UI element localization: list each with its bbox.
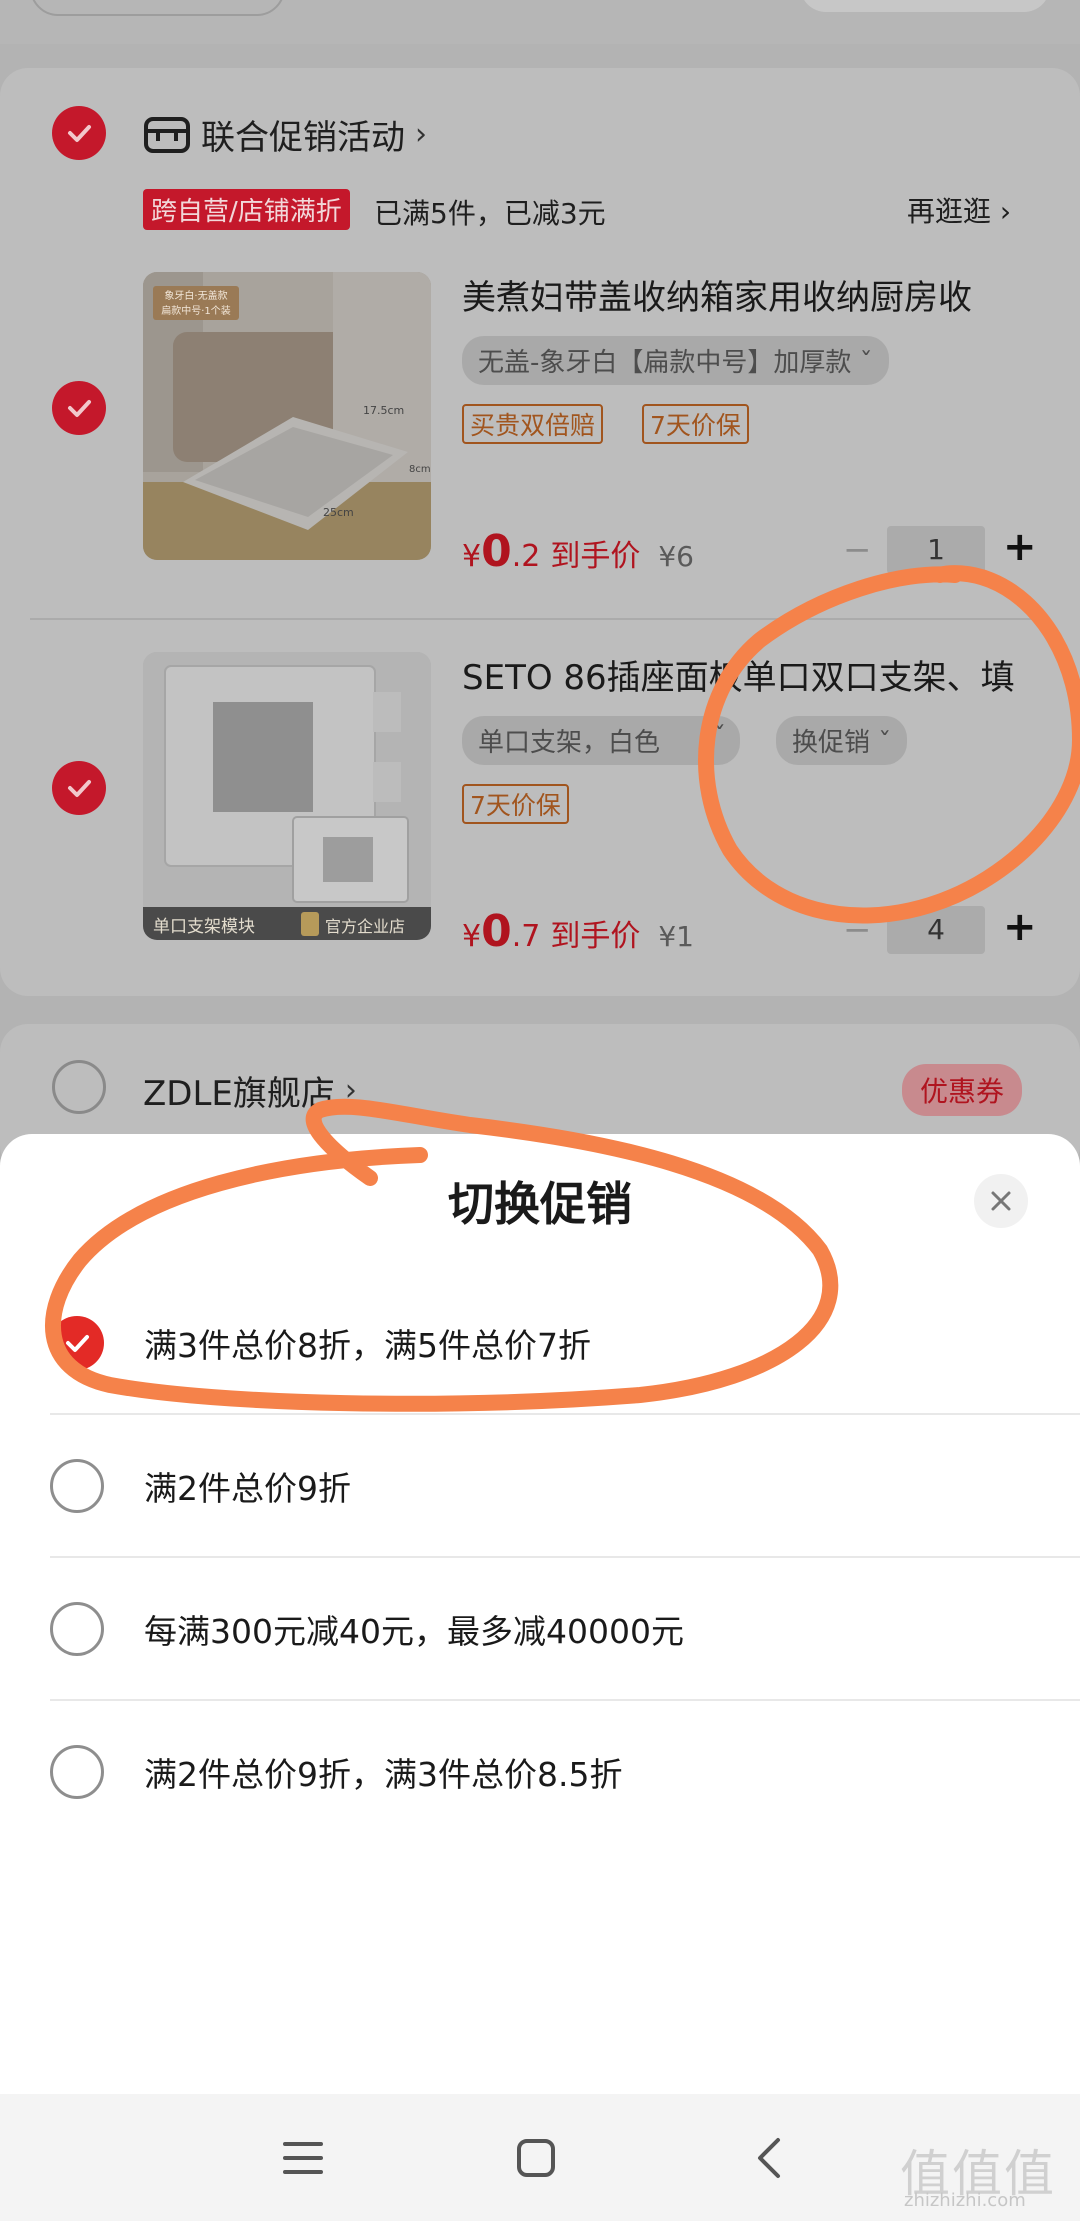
home-square-icon[interactable] [506,2130,566,2186]
coupon-button[interactable]: 优惠券 [902,1064,1023,1116]
price-integer: 0 [481,906,512,957]
product-divider [30,618,1050,620]
thumb-dim-3: 8cm [409,464,431,475]
promo-option-label: 每满300元减40元，最多减40000元 [144,1612,684,1651]
promo-progress-text: 已满5件，已减3元 [374,197,606,230]
spec-label: 单口支架，白色 [478,728,661,758]
original-price: ¥1 [658,920,694,953]
price-label: 到手价 [550,919,641,954]
price-symbol: ¥ [462,539,482,574]
product-1-badge-price-protect: 7天价保 [642,404,749,444]
store-header[interactable]: 联合促销活动 › [143,110,427,159]
price-symbol: ¥ [462,919,482,954]
product-2-price: ¥0.7 到手价 ¥1 [462,906,694,957]
product-2-image[interactable]: 单口支架模块 官方企业店 [143,652,431,940]
radio-unselected[interactable] [50,1745,104,1799]
thumb-dim-1: 17.5cm [363,404,404,417]
promo-option-4[interactable]: 满2件总价9折，满3件总价8.5折 [50,1701,1080,1843]
check-icon [68,780,91,797]
product-1-title[interactable]: 美煮妇带盖收纳箱家用收纳厨房收 [462,270,1052,319]
switch-promo-button[interactable]: 换促销 ˇ [776,716,908,765]
thumb-tag-2: 扁款中号·1个装 [161,304,231,317]
storage-box-image: 象牙白·无盖款 扁款中号·1个装 17.5cm 25cm 8cm [143,272,431,560]
qty-decrease-button[interactable]: − [843,530,872,570]
watermark-url: zhizhizhi.com [904,2190,1026,2211]
qty-input[interactable]: 1 [887,526,985,574]
store-name: 联合促销活动 [201,118,405,158]
product-2-spec-selector[interactable]: 单口支架，白色 ˇ [462,716,740,765]
check-icon [68,400,91,417]
check-icon [66,1335,89,1352]
sheet-title: 切换促销 [448,1177,632,1231]
chevron-right-icon: › [344,1073,357,1108]
product-2-checkbox[interactable] [52,761,106,815]
thumb-caption: 单口支架模块 [153,917,255,937]
store-select-checkbox[interactable] [52,106,106,160]
thumb-store-label: 官方企业店 [325,917,405,936]
store-icon [144,116,190,153]
radio-selected[interactable] [50,1316,104,1370]
chevron-right-icon: › [415,117,427,152]
promo-option-2[interactable]: 满2件总价9折 [50,1415,1080,1557]
price-decimal: .7 [511,919,541,954]
promo-option-3[interactable]: 每满300元减40元，最多减40000元 [50,1558,1080,1700]
top-pill-left[interactable] [30,0,285,16]
radio-unselected[interactable] [50,1459,104,1513]
promo-option-label: 满2件总价9折，满3件总价8.5折 [144,1755,623,1794]
store-2-checkbox[interactable] [52,1060,106,1114]
browse-more-link[interactable]: 再逛逛 › [907,190,1011,230]
qty-increase-button[interactable]: + [1003,904,1037,950]
check-icon [68,125,91,142]
product-1-spec-selector[interactable]: 无盖-象牙白【扁款中号】加厚款 ˇ [462,336,889,385]
close-icon [991,1191,1011,1211]
socket-bracket-image: 单口支架模块 官方企业店 [143,652,431,940]
qty-input[interactable]: 4 [887,906,985,954]
product-2-title[interactable]: SETO 86插座面板单口双口支架、填 [462,650,1052,699]
thumb-dim-2: 25cm [323,506,354,519]
radio-unselected[interactable] [50,1602,104,1656]
qty-increase-button[interactable]: + [1003,524,1037,570]
store-name: ZDLE旗舰店 [143,1074,335,1114]
product-1-price: ¥0.2 到手价 ¥6 [462,526,694,577]
price-decimal: .2 [511,539,541,574]
back-icon[interactable] [739,2130,799,2186]
price-integer: 0 [481,526,512,577]
menu-icon[interactable] [273,2130,333,2186]
product-2-badge-price-protect: 7天价保 [462,784,569,824]
promo-tag: 跨自营/店铺满折 [143,189,350,230]
close-button[interactable] [974,1174,1028,1228]
product-1-checkbox[interactable] [52,381,106,435]
thumb-tag-1: 象牙白·无盖款 [164,289,227,302]
promo-option-label: 满3件总价8折，满5件总价7折 [144,1326,591,1365]
original-price: ¥6 [658,540,694,573]
top-pill-right[interactable] [800,0,1050,12]
store-2-header[interactable]: ZDLE旗舰店 › [143,1066,357,1115]
product-1-badge-double-refund: 买贵双倍赔 [462,404,604,444]
price-label: 到手价 [550,539,641,574]
product-1-image[interactable]: 象牙白·无盖款 扁款中号·1个装 17.5cm 25cm 8cm [143,272,431,560]
promo-option-1[interactable]: 满3件总价8折，满5件总价7折 [50,1272,1080,1414]
chevron-down-icon: ˇ [713,722,726,752]
promo-option-label: 满2件总价9折 [144,1469,351,1508]
qty-decrease-button[interactable]: − [843,910,872,950]
